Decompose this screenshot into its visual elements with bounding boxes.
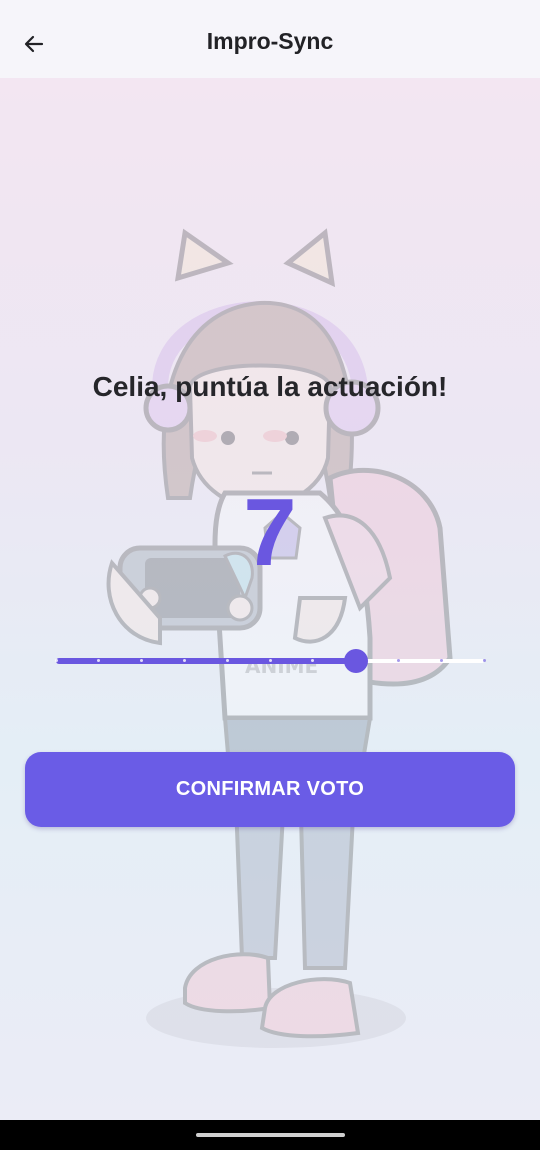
slider-tick xyxy=(54,659,58,662)
slider-tick xyxy=(182,659,186,662)
score-value: 7 xyxy=(243,479,297,586)
background-illustration: ANIME xyxy=(106,228,453,1048)
slider-tick xyxy=(482,659,486,662)
home-indicator[interactable] xyxy=(196,1133,345,1137)
slider-tick xyxy=(268,659,272,662)
app-bar: Impro-Sync xyxy=(0,0,540,78)
confirm-vote-button[interactable]: CONFIRMAR VOTO xyxy=(25,752,515,827)
system-nav-bar xyxy=(0,1120,540,1150)
slider-tick xyxy=(439,659,443,662)
vote-screen: ANIME Celia, puntúa la actuación! 7 CONF… xyxy=(0,78,540,1120)
vote-prompt: Celia, puntúa la actuación! xyxy=(92,371,448,402)
slider-tick xyxy=(396,659,400,662)
slider-thumb[interactable] xyxy=(343,649,368,673)
score-slider[interactable] xyxy=(54,644,486,678)
app-title: Impro-Sync xyxy=(206,28,334,54)
slider-tick xyxy=(225,659,229,662)
